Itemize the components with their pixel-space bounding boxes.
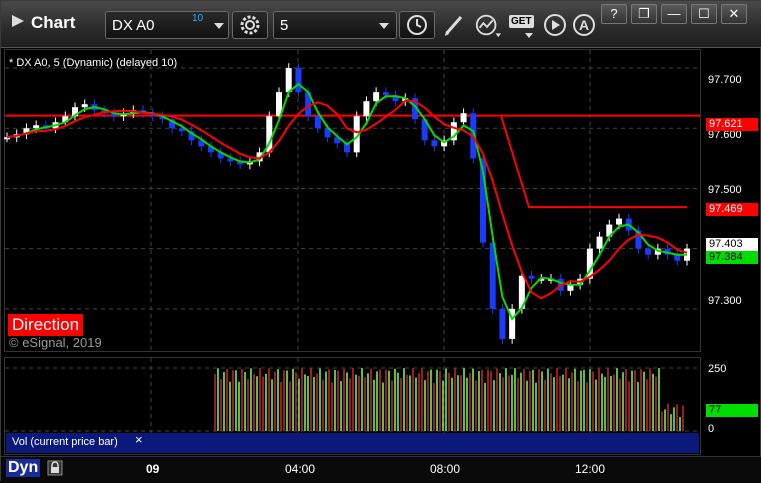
y-tick-label: 97.500 — [708, 184, 742, 196]
volume-label-bar: Vol (current price bar) × — [6, 432, 699, 453]
copyright-text: © eSignal, 2019 — [9, 335, 102, 350]
vol-tick-label: 0 — [708, 423, 715, 435]
candle-body — [499, 308, 506, 339]
study-label: * DX A0, 5 (Dynamic) (delayed 10) — [9, 57, 178, 69]
time-axis[interactable]: Dyn 09 04:00 08:00 12:00 — [1, 456, 761, 483]
candle-body — [596, 236, 603, 249]
volume-tag: 77 — [706, 404, 758, 417]
price-tag-upper-level: 97.621 — [706, 118, 758, 131]
candle-body — [431, 140, 438, 147]
vol-tick-label: 250 — [708, 363, 727, 375]
x-tick-label: 12:00 — [575, 462, 606, 476]
volume-study-label: Vol (current price bar) — [12, 436, 118, 448]
candle-body — [460, 113, 467, 123]
candle-body — [382, 92, 389, 96]
y-tick-label: 97.700 — [708, 74, 742, 86]
slow-moving-average-line — [6, 99, 688, 300]
y-tick-label: 97.300 — [708, 295, 742, 307]
candle-body — [363, 101, 370, 117]
price-tag-last: 97.403 — [706, 238, 758, 251]
close-icon[interactable]: × — [135, 432, 143, 447]
candle-body — [645, 248, 652, 255]
x-tick-label: 04:00 — [285, 462, 316, 476]
candle-body — [314, 116, 321, 129]
chart-canvas — [4, 50, 700, 454]
candle-body — [285, 68, 292, 93]
candle-body — [295, 68, 302, 93]
lock-icon[interactable] — [47, 460, 63, 476]
reference-line — [500, 115, 687, 209]
candle-body — [616, 218, 622, 225]
chart-window: Chart DX A0 10 5 GET A ? ❐ — ☐ ✕ * DX A0… — [0, 0, 761, 483]
candle-body — [528, 275, 535, 279]
candle-body — [81, 104, 88, 108]
direction-label: Direction — [8, 314, 84, 336]
price-tag-ma: 97.384 — [706, 251, 758, 264]
candle-body — [373, 92, 380, 102]
candle-body — [33, 125, 40, 129]
price-tag-lower-level: 97.469 — [706, 203, 758, 216]
x-tick-label: 08:00 — [430, 462, 461, 476]
x-tick-label: 09 — [146, 462, 160, 476]
fast-moving-average-line — [6, 82, 687, 321]
dynamic-mode-label[interactable]: Dyn — [6, 459, 41, 477]
